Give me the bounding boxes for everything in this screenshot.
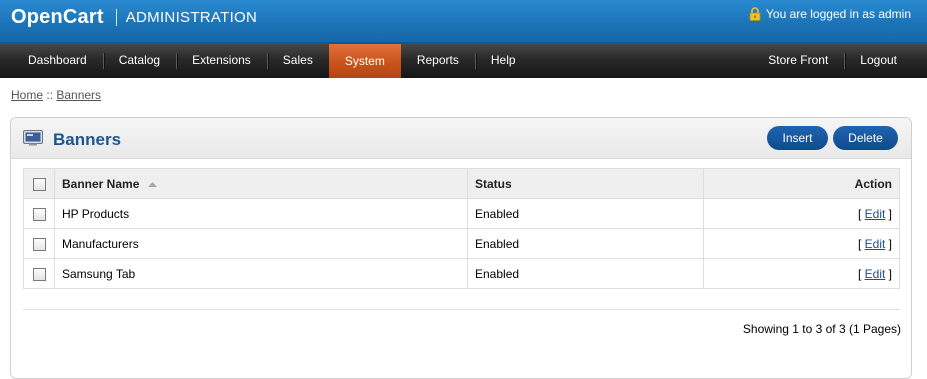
menu-item-catalog[interactable]: Catalog [102, 43, 176, 78]
action-bracket-open: [ [857, 236, 865, 251]
breadcrumb-home[interactable]: Home [11, 88, 43, 102]
edit-link[interactable]: Edit [865, 207, 886, 221]
login-status: You are logged in as admin [749, 6, 911, 22]
breadcrumb-banners[interactable]: Banners [56, 88, 101, 102]
action-bracket-open: [ [857, 206, 865, 221]
action-cell: [ Edit ] [703, 198, 900, 229]
row-check-cell [23, 228, 55, 259]
menu-item-sales[interactable]: Sales [266, 43, 329, 78]
menu-item-extensions[interactable]: Extensions [176, 43, 267, 78]
action-bracket-close: ] [885, 206, 892, 221]
select-all-checkbox[interactable] [32, 177, 46, 191]
table-row: Samsung Tab Enabled [ Edit ] [23, 258, 900, 289]
main-menu: Dashboard Catalog Extensions Sales Syste… [0, 42, 927, 78]
column-header-banner-name[interactable]: Banner Name [54, 168, 468, 199]
breadcrumb: Home :: Banners [11, 88, 101, 102]
banner-name-cell: Samsung Tab [54, 258, 468, 289]
action-bracket-close: ] [885, 236, 892, 251]
column-header-status[interactable]: Status [467, 168, 704, 199]
action-bracket-close: ] [885, 266, 892, 281]
menu-item-dashboard[interactable]: Dashboard [12, 43, 103, 78]
menu-left: Dashboard Catalog Extensions Sales Syste… [12, 43, 532, 78]
logo-divider [115, 8, 117, 26]
header-check-cell [23, 168, 55, 199]
banners-panel: Banners Insert Delete Banner Name Status… [10, 117, 912, 379]
row-check-cell [23, 198, 55, 229]
pagination-results: Showing 1 to 3 of 3 (1 Pages) [742, 322, 901, 336]
logo-subtitle: ADMINISTRATION [125, 8, 258, 26]
table-header-row: Banner Name Status Action [23, 168, 900, 199]
column-header-action: Action [703, 168, 900, 199]
pagination-divider [23, 309, 900, 310]
edit-link[interactable]: Edit [865, 267, 886, 281]
banner-name-cell: Manufacturers [54, 228, 468, 259]
delete-button[interactable]: Delete [833, 126, 898, 150]
status-cell: Enabled [467, 258, 704, 289]
menu-item-help[interactable]: Help [474, 43, 532, 78]
logo[interactable]: OpenCart ADMINISTRATION [11, 4, 257, 30]
banner-icon [23, 130, 43, 146]
row-checkbox[interactable] [32, 207, 46, 221]
lock-icon [749, 7, 761, 21]
table-row: HP Products Enabled [ Edit ] [23, 198, 900, 229]
header-bar: OpenCart ADMINISTRATION You are logged i… [0, 0, 927, 42]
menu-item-store-front[interactable]: Store Front [752, 43, 844, 78]
logo-brand: OpenCart [11, 5, 104, 28]
menu-item-reports[interactable]: Reports [401, 43, 475, 78]
insert-button[interactable]: Insert [767, 126, 828, 150]
action-bracket-open: [ [857, 266, 865, 281]
menu-right: Store Front Logout [752, 43, 913, 78]
login-text: You are logged in as admin [766, 7, 911, 21]
status-cell: Enabled [467, 198, 704, 229]
row-checkbox[interactable] [32, 237, 46, 251]
action-cell: [ Edit ] [703, 228, 900, 259]
status-cell: Enabled [467, 228, 704, 259]
row-check-cell [23, 258, 55, 289]
edit-link[interactable]: Edit [865, 237, 886, 251]
breadcrumb-separator: :: [43, 88, 57, 102]
table-row: Manufacturers Enabled [ Edit ] [23, 228, 900, 259]
sort-ascending-icon [147, 181, 157, 187]
panel-heading: Banners Insert Delete [11, 118, 911, 159]
banner-name-cell: HP Products [54, 198, 468, 229]
action-cell: [ Edit ] [703, 258, 900, 289]
column-label-banner-name: Banner Name [62, 176, 140, 191]
row-checkbox[interactable] [32, 267, 46, 281]
menu-item-system[interactable]: System [328, 44, 401, 78]
page-title: Banners [53, 130, 122, 149]
menu-item-logout[interactable]: Logout [844, 43, 913, 78]
banners-table: Banner Name Status Action HP Products En… [23, 168, 900, 289]
